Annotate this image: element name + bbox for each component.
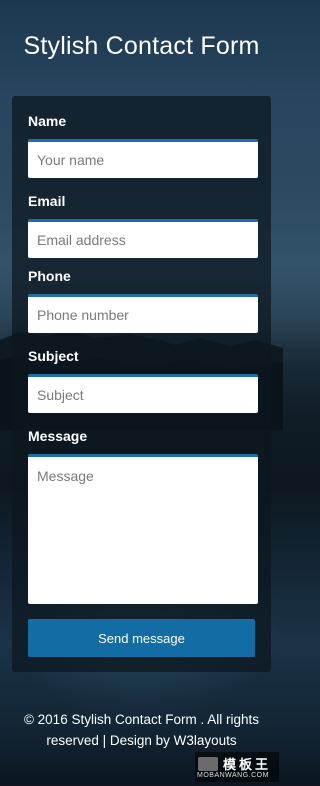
page-title: Stylish Contact Form	[23, 32, 260, 60]
name-label: Name	[28, 113, 67, 129]
watermark-title: 模板王	[223, 757, 272, 772]
watermark-url: MOBANWANG.COM	[197, 772, 269, 779]
subject-input[interactable]	[28, 374, 258, 413]
site-watermark: 模板王 MOBANWANG.COM	[195, 752, 279, 782]
message-label: Message	[28, 428, 88, 444]
name-input[interactable]	[28, 139, 258, 178]
phone-label: Phone	[28, 268, 71, 284]
footer-line-2: reserved | Design by W3layouts	[46, 733, 237, 748]
message-textarea[interactable]	[28, 454, 258, 604]
subject-label: Subject	[28, 348, 79, 364]
send-message-button[interactable]: Send message	[28, 619, 255, 657]
email-input[interactable]	[28, 219, 258, 258]
email-label: Email	[28, 193, 66, 209]
phone-input[interactable]	[28, 294, 258, 333]
footer-line-1: © 2016 Stylish Contact Form . All rights	[23, 712, 260, 727]
mobanwang-logo-icon	[198, 757, 218, 771]
footer-copyright: © 2016 Stylish Contact Form . All rights…	[0, 709, 283, 751]
